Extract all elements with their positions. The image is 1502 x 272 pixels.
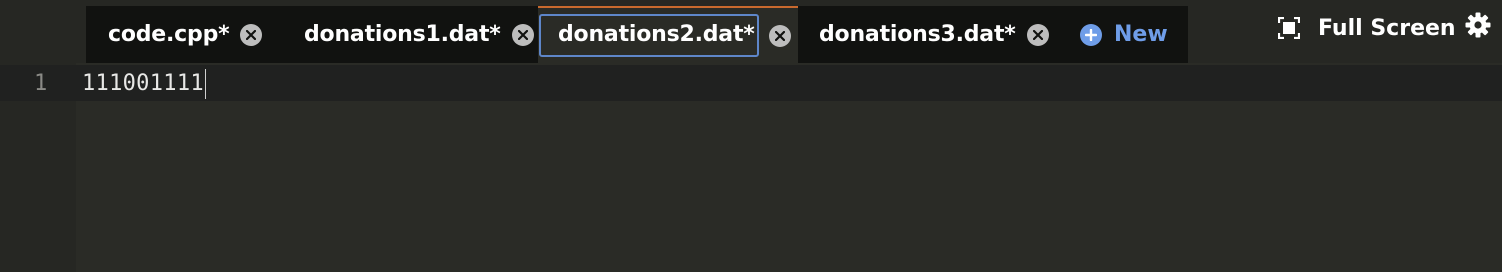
close-icon[interactable]: [768, 24, 791, 47]
line-number: 1: [34, 71, 48, 96]
text-cursor: [204, 69, 206, 99]
active-line-highlight: [0, 65, 1502, 101]
close-icon[interactable]: [240, 23, 263, 46]
new-button-label: New: [1114, 22, 1168, 47]
fullscreen-label: Full Screen: [1318, 15, 1456, 41]
code-line[interactable]: 111001111: [82, 66, 206, 102]
tab-label[interactable]: donations3.dat*: [819, 22, 1016, 47]
tab-bar: code.cpp* donations1.dat* donations2.dat…: [0, 0, 1502, 63]
tab-code-cpp[interactable]: code.cpp*: [108, 6, 263, 63]
gear-icon[interactable]: [1464, 11, 1492, 39]
code-line-text[interactable]: 111001111: [82, 71, 204, 96]
fullscreen-icon: [1278, 17, 1300, 39]
code-editor-app: code.cpp* donations1.dat* donations2.dat…: [0, 0, 1502, 272]
code-editor[interactable]: 1 111001111: [0, 63, 1502, 272]
plus-circle-icon: [1080, 23, 1102, 46]
tab-donations1[interactable]: donations1.dat*: [304, 6, 534, 63]
tab-donations3[interactable]: donations3.dat*: [819, 6, 1049, 63]
close-icon[interactable]: [1026, 23, 1049, 46]
tab-label[interactable]: code.cpp*: [108, 22, 230, 47]
tab-label[interactable]: donations1.dat*: [304, 22, 501, 47]
fullscreen-button[interactable]: Full Screen: [1278, 0, 1456, 56]
new-tab-button[interactable]: New: [1080, 6, 1168, 63]
close-icon[interactable]: [511, 23, 534, 46]
tab-donations2[interactable]: donations2.dat*: [538, 6, 798, 63]
tab-label[interactable]: donations2.dat*: [539, 14, 759, 57]
